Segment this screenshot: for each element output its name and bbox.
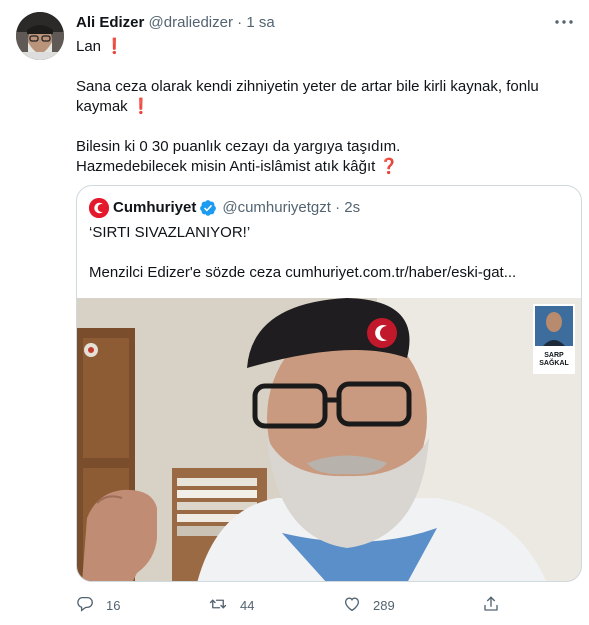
- inset-caption-line-2: SAĞKAL: [539, 360, 569, 367]
- tweet-header: Ali Edizer @draliedizer · 1 sa: [76, 13, 573, 33]
- exclamation-icon: ❗: [131, 98, 151, 115]
- verified-badge-icon: [199, 199, 217, 217]
- quoted-tweet-text: ‘SIRTI SIVAZLANIYOR!’ Menzilci Edizer'e …: [89, 223, 569, 283]
- share-icon: [482, 595, 500, 616]
- tweet-line-4: Bilesin ki 0 30 puanlık cezayı da yargıy…: [76, 138, 401, 155]
- tweet-line-3: kaymak: [76, 98, 128, 115]
- tweet-timestamp[interactable]: 1 sa: [246, 14, 274, 31]
- quoted-tweet[interactable]: Cumhuriyet @cumhuriyetgzt · 2s ‘SIRTI SI…: [76, 185, 582, 582]
- inset-caption-line-1: SARP: [544, 352, 564, 359]
- like-button[interactable]: 289: [343, 595, 395, 615]
- quoted-line-2[interactable]: Menzilci Edizer'e sözde ceza cumhuriyet.…: [89, 263, 569, 283]
- quoted-media-image[interactable]: SARP SAĞKAL: [77, 298, 581, 581]
- retweet-icon: [208, 595, 228, 616]
- more-icon[interactable]: [553, 12, 575, 32]
- separator-dot: ·: [237, 14, 243, 31]
- heart-icon: [343, 595, 361, 616]
- quoted-author-handle[interactable]: @cumhuriyetgzt: [222, 198, 331, 218]
- inset-caption: SARP SAĞKAL: [533, 352, 575, 368]
- exclamation-icon: ❗: [105, 38, 124, 55]
- quoted-tweet-header: Cumhuriyet @cumhuriyetgzt · 2s: [89, 198, 360, 218]
- quoted-author-name[interactable]: Cumhuriyet: [113, 198, 196, 218]
- author-avatar[interactable]: [16, 12, 64, 60]
- action-bar: 16 44 289: [76, 595, 516, 615]
- author-name[interactable]: Ali Edizer: [76, 14, 144, 31]
- separator-dot: ·: [335, 199, 341, 216]
- question-icon: ❓: [379, 158, 399, 175]
- tweet-line-5: Hazmedebilecek misin Anti-islâmist atık …: [76, 158, 376, 175]
- reply-button[interactable]: 16: [76, 595, 120, 615]
- share-button[interactable]: [482, 595, 500, 615]
- retweet-button[interactable]: 44: [208, 595, 254, 615]
- author-handle[interactable]: @draliedizer: [149, 14, 233, 31]
- quoted-line-1: ‘SIRTI SIVAZLANIYOR!’: [89, 224, 251, 241]
- quoted-timestamp[interactable]: 2s: [344, 198, 360, 218]
- tweet-text: Lan ❗ Sana ceza olarak kendi zihniyetin …: [76, 37, 546, 177]
- tweet-line-2: Sana ceza olarak kendi zihniyetin yeter …: [76, 78, 539, 95]
- cumhuriyet-logo-icon[interactable]: [89, 198, 109, 218]
- like-count: 289: [373, 597, 395, 613]
- tweet-line-1: Lan: [76, 38, 102, 55]
- retweet-count: 44: [240, 597, 255, 613]
- reply-icon: [76, 595, 94, 616]
- reply-count: 16: [106, 597, 121, 613]
- tweet[interactable]: Ali Edizer @draliedizer · 1 sa Lan ❗ San…: [0, 0, 589, 625]
